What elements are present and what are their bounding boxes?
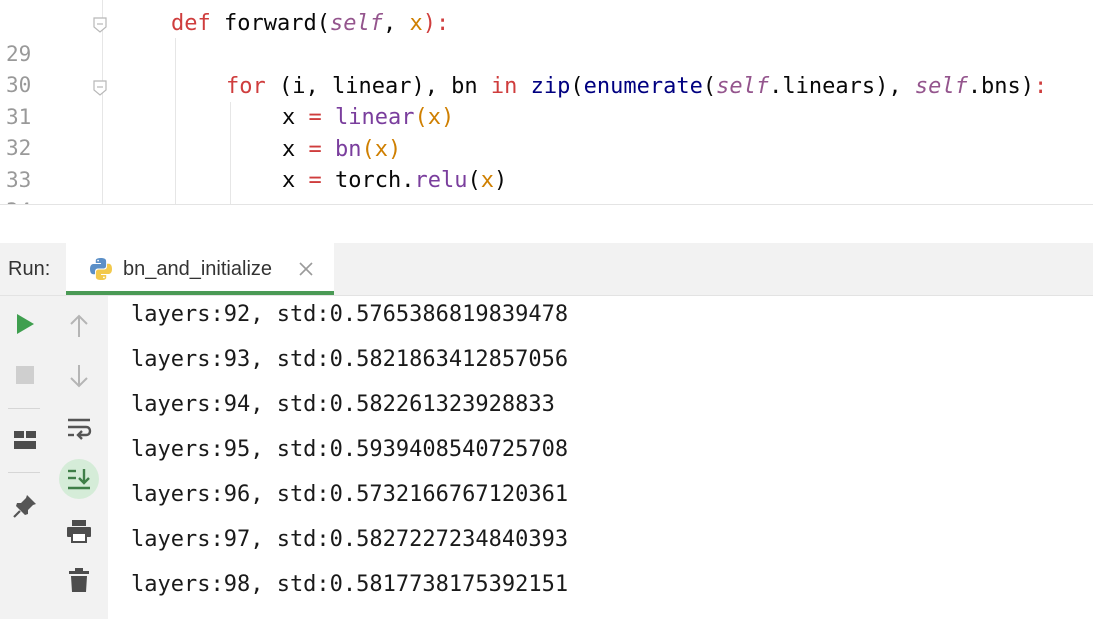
restore-layout-button[interactable] <box>9 424 41 456</box>
code-text: for (i, linear), bn in zip(enumerate(sel… <box>226 74 1048 99</box>
print-button[interactable] <box>63 515 95 547</box>
console-line: layers:92, std:0.5765386819839478 <box>131 302 569 327</box>
code-line-33[interactable]: 33 x = bn(x) <box>0 134 1093 192</box>
code-line-29[interactable]: 29 def forward(self, x): <box>0 8 1093 66</box>
scroll-down-button[interactable] <box>63 360 95 392</box>
console-line: layers:94, std:0.582261323928833 <box>131 392 555 417</box>
stop-button[interactable] <box>9 359 41 391</box>
layout-icon <box>14 431 36 449</box>
rerun-button[interactable] <box>9 308 41 340</box>
code-line-32[interactable]: 32 x = linear(x) <box>0 102 1093 160</box>
toolbar-separator <box>8 472 40 473</box>
arrow-down-icon <box>70 365 88 388</box>
code-line-31[interactable]: 31 for (i, linear), bn in zip(enumerate(… <box>0 71 1093 129</box>
code-text: x = linear(x) <box>282 105 455 130</box>
clear-all-button[interactable] <box>63 564 95 596</box>
line-number: 34 <box>6 196 46 204</box>
scroll-up-button[interactable] <box>63 310 95 342</box>
editor-divider <box>0 204 1093 205</box>
fold-marker-icon[interactable] <box>93 80 107 96</box>
trash-icon <box>69 568 89 592</box>
console-line: layers:96, std:0.5732166767120361 <box>131 482 569 507</box>
scroll-to-end-toggle[interactable] <box>59 459 99 499</box>
console-line: layers:93, std:0.5821863412857056 <box>131 347 569 372</box>
run-label: Run: <box>8 258 51 280</box>
scroll-to-end-icon <box>68 469 90 490</box>
console-output[interactable]: layers:92, std:0.5765386819839478 layers… <box>108 296 1093 619</box>
pin-tab-button[interactable] <box>9 490 41 522</box>
stop-icon <box>16 366 34 384</box>
fold-marker-icon[interactable] <box>93 17 107 33</box>
code-text: def forward(self, x): <box>171 11 450 36</box>
code-line-34[interactable]: 34 x = torch.relu(x) <box>0 165 1093 204</box>
run-tab-bn-and-initialize[interactable]: bn_and_initialize <box>66 243 334 295</box>
console-line: layers:95, std:0.5939408540725708 <box>131 437 569 462</box>
soft-wrap-icon <box>68 418 92 440</box>
console-line: layers:98, std:0.5817738175392151 <box>131 572 569 597</box>
run-tool-window-header: Run: bn_and_initialize <box>0 243 1093 296</box>
code-editor[interactable]: 29 def forward(self, x): 30 31 for (i, l… <box>0 0 1093 204</box>
play-icon <box>17 314 34 334</box>
pin-icon <box>13 495 36 518</box>
printer-icon <box>67 520 91 543</box>
soft-wrap-button[interactable] <box>63 412 95 444</box>
code-text: x = torch.relu(x) <box>282 168 508 193</box>
close-icon[interactable] <box>298 261 314 277</box>
toolbar-separator <box>8 408 40 409</box>
run-toolbar <box>0 296 108 619</box>
python-icon <box>90 258 112 280</box>
console-line: layers:97, std:0.5827227234840393 <box>131 527 569 552</box>
arrow-up-icon <box>70 314 88 337</box>
code-text: x = bn(x) <box>282 137 402 162</box>
run-tab-title: bn_and_initialize <box>123 258 273 280</box>
code-line-30[interactable]: 30 <box>0 39 1093 97</box>
